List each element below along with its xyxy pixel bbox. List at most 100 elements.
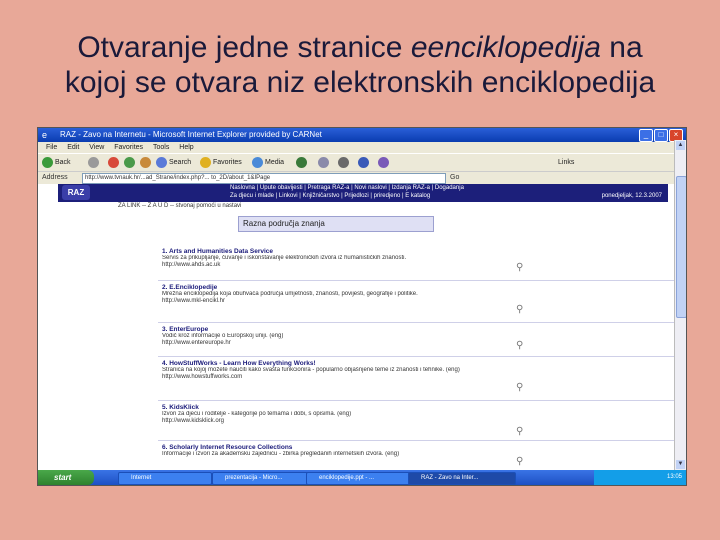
entry-url[interactable]: http://www.howstuffworks.com [162, 374, 562, 381]
entry-title[interactable]: 5. KidsKlick [162, 404, 562, 411]
links-button[interactable]: Links [558, 156, 574, 170]
entry-description: Servis za prikupljanje, čuvanje i iskori… [162, 255, 407, 261]
media-button[interactable]: Media [252, 156, 284, 170]
entry-url[interactable]: http://www.ahds.ac.uk [162, 262, 562, 269]
menu-file[interactable]: File [46, 142, 57, 153]
stop-button[interactable] [108, 156, 121, 170]
print-button[interactable] [338, 156, 351, 170]
magnifier-icon[interactable]: ⚲ [516, 262, 523, 273]
row-divider [158, 322, 678, 323]
history-icon [296, 156, 307, 168]
refresh-button[interactable] [124, 156, 137, 170]
entry-title[interactable]: 4. HowStuffWorks - Learn How Everything … [162, 360, 562, 367]
taskbar-item[interactable]: Internet [118, 472, 212, 485]
entry-description: Mrežna enciklopedija koja obuhvaća podru… [162, 291, 418, 297]
address-bar: Address http://www.tvnauk.hr/...ad_Stran… [38, 171, 686, 184]
menu-edit[interactable]: Edit [67, 142, 79, 153]
entry-description: Vodič kroz informacije o Europskoj uniji… [162, 333, 284, 339]
slide-title: Otvaranje jedne stranice eenciklopedija … [0, 30, 720, 100]
entry-url[interactable]: http://www.entereurope.hr [162, 340, 562, 347]
home-button[interactable] [140, 156, 153, 170]
slide-title-line2: kojoj se otvara niz elektronskih enciklo… [64, 66, 656, 99]
taskbar: start Internet prezentacija - Micro... e… [38, 470, 686, 485]
slide-title-part1: Otvaranje jedne stranice [77, 31, 411, 64]
taskbar-item[interactable]: enciklopedije.ppt - ... [306, 472, 410, 485]
edit-button[interactable] [358, 156, 371, 170]
row-divider [158, 400, 678, 401]
start-button[interactable]: start [38, 470, 94, 485]
magnifier-icon[interactable]: ⚲ [516, 456, 523, 467]
site-nav-secondary[interactable]: Za djecu i mlade | Linkovi | Knjižničars… [230, 193, 430, 199]
row-divider [158, 280, 678, 281]
row-divider [158, 356, 678, 357]
maximize-button[interactable]: □ [654, 129, 668, 142]
forward-button[interactable] [88, 156, 101, 170]
menu-view[interactable]: View [89, 142, 104, 153]
ie-icon: e [42, 130, 48, 140]
forward-arrow-icon [88, 156, 99, 168]
stop-icon [108, 156, 119, 168]
entry-url[interactable]: http://www.mkl-encikl.hr [162, 298, 562, 305]
discuss-button[interactable] [378, 156, 391, 170]
list-item: 2. E.Enciklopedije Mrežna enciklopedija … [162, 284, 562, 305]
entry-description: Stranica na kojoj možete naučiti kako sv… [162, 367, 460, 373]
star-icon [200, 156, 211, 168]
edit-icon [358, 156, 369, 168]
list-item: 5. KidsKlick Izvori za djecu i roditelje… [162, 404, 562, 425]
slide-title-italic: eenciklopedija [410, 31, 601, 64]
go-button[interactable]: Go [450, 172, 459, 184]
entry-title[interactable]: 2. E.Enciklopedije [162, 284, 562, 291]
taskbar-item[interactable]: RAZ - Zavo na Inter... [408, 472, 516, 485]
entry-title[interactable]: 1. Arts and Humanities Data Service [162, 248, 562, 255]
print-icon [338, 156, 349, 168]
list-item: 4. HowStuffWorks - Learn How Everything … [162, 360, 562, 381]
site-logo[interactable]: RAZ [62, 185, 90, 200]
browser-screenshot: e RAZ - Zavo na Internetu - Microsoft In… [37, 127, 687, 486]
magnifier-icon[interactable]: ⚲ [516, 382, 523, 393]
window-title: RAZ - Zavo na Internetu - Microsoft Inte… [60, 130, 322, 139]
menu-bar: File Edit View Favorites Tools Help [38, 142, 686, 153]
list-item: 1. Arts and Humanities Data Service Serv… [162, 248, 562, 269]
menu-tools[interactable]: Tools [153, 142, 169, 153]
site-nav-primary[interactable]: Naslovna | Upute obavijesti | Pretraga R… [230, 185, 464, 191]
menu-help[interactable]: Help [179, 142, 193, 153]
entry-description: Informacije i izvori za akademsku zajedn… [162, 451, 400, 457]
slide-title-part2: na [600, 31, 643, 64]
breadcrumb[interactable]: ZA LINK -- Z A U D -- stvonaj pomoći u n… [118, 203, 241, 209]
media-icon [252, 156, 263, 168]
menu-favorites[interactable]: Favorites [114, 142, 143, 153]
list-item: 3. EnterEurope Vodič kroz informacije o … [162, 326, 562, 347]
vertical-scrollbar[interactable]: ▲ ▼ [674, 140, 686, 470]
favorites-button[interactable]: Favorites [200, 156, 242, 170]
entry-url[interactable]: http://www.kidsklick.org [162, 418, 562, 425]
scroll-down-icon[interactable]: ▼ [676, 460, 685, 469]
history-button[interactable] [296, 156, 309, 170]
row-divider [158, 440, 678, 441]
scroll-thumb[interactable] [676, 176, 686, 318]
mail-button[interactable] [318, 156, 331, 170]
site-header: RAZ Naslovna | Upute obavijesti | Pretra… [58, 184, 668, 202]
entry-title[interactable]: 6. Scholarly Internet Resource Collectio… [162, 444, 562, 451]
address-input[interactable]: http://www.tvnauk.hr/...ad_Strane/index.… [82, 173, 446, 184]
system-tray: 13:05 [594, 470, 686, 485]
magnifier-icon[interactable]: ⚲ [516, 304, 523, 315]
search-icon [156, 156, 167, 168]
section-title: Razna područja znanja [238, 216, 434, 232]
refresh-icon [124, 156, 135, 168]
page-content: RAZ Naslovna | Upute obavijesti | Pretra… [38, 184, 678, 470]
back-arrow-icon [42, 156, 53, 168]
entry-description: Izvori za djecu i roditelje - kategorije… [162, 411, 352, 417]
home-icon [140, 156, 151, 168]
entry-title[interactable]: 3. EnterEurope [162, 326, 562, 333]
taskbar-item[interactable]: prezentacija - Micro... [212, 472, 308, 485]
back-button[interactable]: Back [42, 156, 71, 170]
magnifier-icon[interactable]: ⚲ [516, 340, 523, 351]
window-titlebar[interactable]: e RAZ - Zavo na Internetu - Microsoft In… [38, 128, 686, 142]
minimize-button[interactable]: _ [639, 129, 653, 142]
site-date: ponedjeljak, 12.3.2007 [601, 193, 662, 199]
search-button[interactable]: Search [156, 156, 191, 170]
clock: 13:05 [666, 474, 682, 480]
address-label: Address [42, 174, 68, 181]
magnifier-icon[interactable]: ⚲ [516, 426, 523, 437]
scroll-up-icon[interactable]: ▲ [676, 141, 685, 150]
